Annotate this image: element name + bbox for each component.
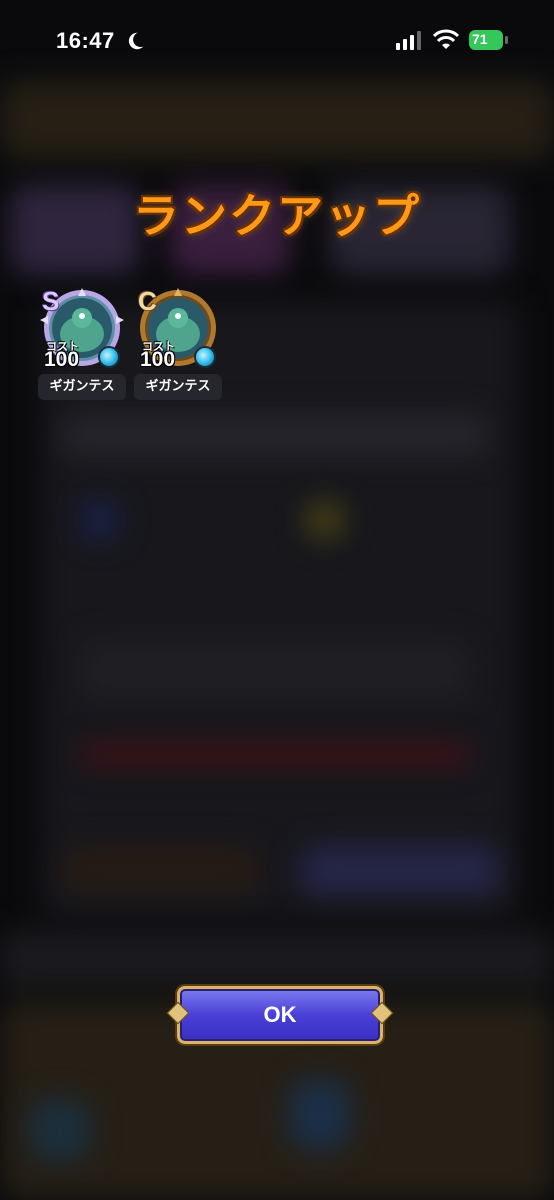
orb-icon <box>194 346 216 368</box>
rank-badge: S <box>42 286 60 316</box>
monster-name: ギガンテス <box>38 374 126 400</box>
monster-card[interactable]: S コスト 100 ギガンテス <box>38 286 126 404</box>
cost-value: 100 <box>44 348 80 371</box>
ok-button-label: OK <box>263 1002 297 1027</box>
battery-level: 71 <box>472 31 488 47</box>
ok-button[interactable]: OK <box>166 986 394 1044</box>
status-bar: 16:47 71 <box>0 0 554 80</box>
cost-value: 100 <box>140 348 176 371</box>
monster-card[interactable]: C コスト 100 ギガンテス <box>134 286 222 404</box>
battery-charging-icon: 71 <box>469 30 509 50</box>
status-time: 16:47 <box>56 28 115 53</box>
rank-badge: C <box>138 286 157 316</box>
signal-icon <box>396 31 421 50</box>
monster-name: ギガンテス <box>134 374 222 400</box>
moon-icon <box>128 32 144 50</box>
rank-up-title: ランクアップ <box>133 189 421 243</box>
wifi-icon <box>433 29 459 49</box>
orb-icon <box>98 346 120 368</box>
